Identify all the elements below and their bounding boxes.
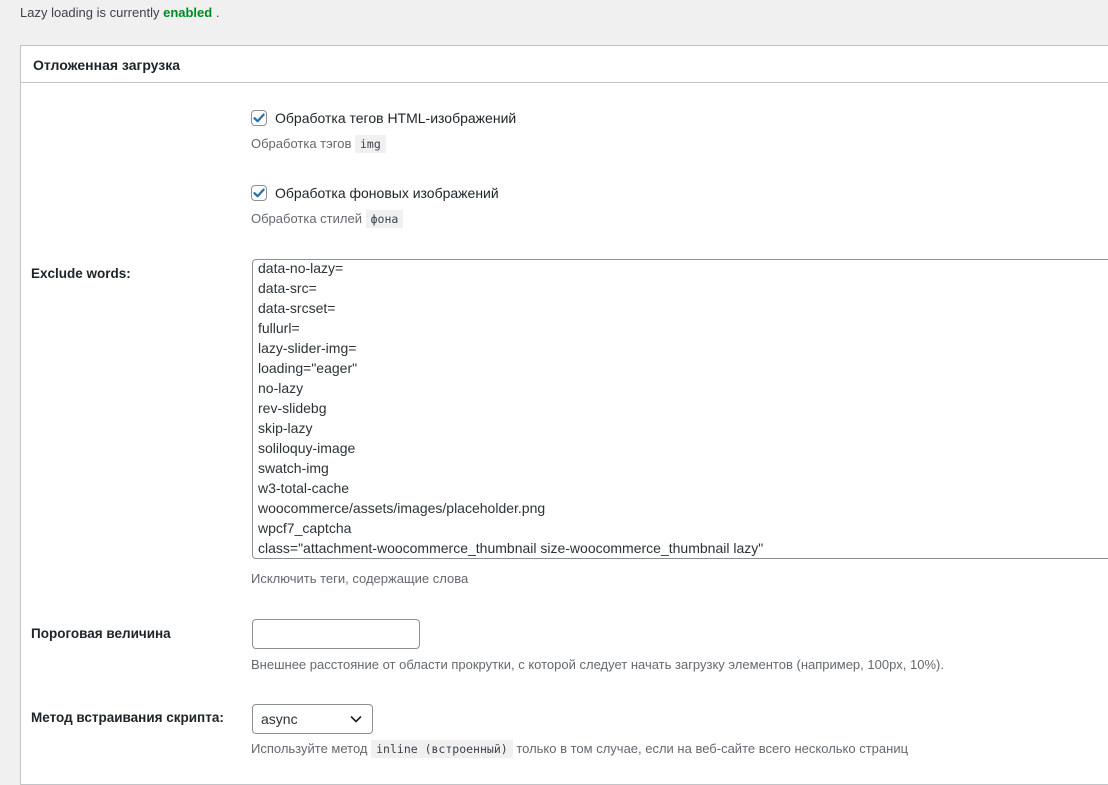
html-images-checkbox[interactable] xyxy=(251,110,267,126)
exclude-word-line: soliloquy-image xyxy=(258,440,356,456)
threshold-description: Внешнее расстояние от области прокрутки,… xyxy=(251,657,944,672)
embed-method-label: Метод встраивания скрипта: xyxy=(31,710,224,725)
status-suffix: . xyxy=(215,5,220,20)
exclude-word-line: data-src= xyxy=(258,280,317,296)
status-prefix: Lazy loading is currently xyxy=(20,5,160,20)
exclude-word-line: data-no-lazy= xyxy=(258,260,344,276)
background-images-description: Обработка стилей фона xyxy=(251,210,404,228)
exclude-word-line: fullurl= xyxy=(258,320,300,336)
embed-method-desc-prefix: Используйте метод xyxy=(251,741,368,756)
embed-method-description: Используйте метод inline (встроенный) то… xyxy=(251,740,909,758)
threshold-label: Пороговая величина xyxy=(31,626,171,641)
exclude-word-line: data-srcset= xyxy=(258,300,336,316)
exclude-word-line: skip-lazy xyxy=(258,420,313,436)
exclude-word-line: no-lazy xyxy=(258,380,304,396)
threshold-input[interactable] xyxy=(252,619,420,649)
exclude-word-line: woocommerce/assets/images/placeholder.pn… xyxy=(258,500,546,516)
background-images-option[interactable]: Обработка фоновых изображений xyxy=(251,185,499,201)
exclude-word-line: w3-total-cache xyxy=(258,480,350,496)
exclude-word-line: swatch-img xyxy=(258,460,329,476)
exclude-words-textarea[interactable]: data-no-lazy= data-src= data-srcset= fullur… xyxy=(252,259,1108,559)
background-images-label[interactable]: Обработка фоновых изображений xyxy=(275,185,499,201)
embed-method-select[interactable]: async xyxy=(252,704,373,734)
exclude-word-line: loading="eager" xyxy=(258,360,358,376)
exclude-words-description: Исключить теги, содержащие слова xyxy=(251,571,469,586)
lazy-loading-status: Lazy loading is currently enabled . xyxy=(20,5,219,20)
panel-header: Отложенная загрузка xyxy=(21,46,1108,83)
img-code: img xyxy=(354,135,386,153)
html-images-description: Обработка тэгов img xyxy=(251,135,386,153)
exclude-words-lines: data-no-lazy= data-src= data-srcset= fullur… xyxy=(258,260,1108,558)
background-code: фона xyxy=(365,210,404,228)
checkmark-icon xyxy=(253,113,265,123)
html-images-desc-text: Обработка тэгов xyxy=(251,136,352,151)
status-state: enabled xyxy=(163,5,213,20)
background-images-checkbox[interactable] xyxy=(251,185,267,201)
embed-method-desc-suffix: только в том случае, если на веб-сайте в… xyxy=(516,741,909,756)
checkmark-icon xyxy=(253,188,265,198)
embed-method-selected: async xyxy=(261,711,298,727)
html-images-label[interactable]: Обработка тегов HTML-изображений xyxy=(275,110,516,126)
exclude-word-line: lazy-slider-img= xyxy=(258,340,357,356)
exclude-word-line: rev-slidebg xyxy=(258,400,327,416)
exclude-word-line: class="attachment-woocommerce_thumbnail … xyxy=(258,540,764,556)
chevron-down-icon xyxy=(350,716,362,723)
exclude-word-line: wpcf7_captcha xyxy=(258,520,352,536)
html-images-option[interactable]: Обработка тегов HTML-изображений xyxy=(251,110,516,126)
exclude-words-label: Exclude words: xyxy=(31,266,131,281)
panel-title: Отложенная загрузка xyxy=(33,57,181,73)
background-images-desc-text: Обработка стилей xyxy=(251,211,362,226)
inline-code: inline (встроенный) xyxy=(371,740,513,758)
